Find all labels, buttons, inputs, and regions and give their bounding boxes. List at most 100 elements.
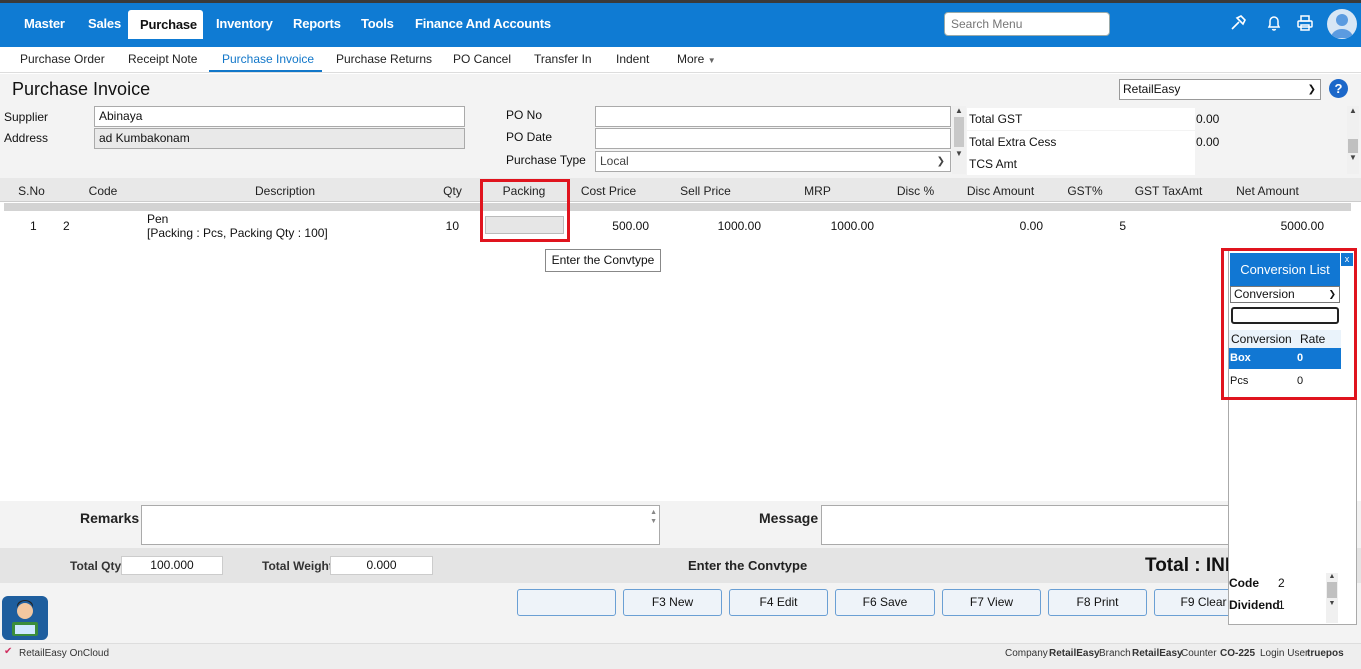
- hammer-icon[interactable]: [1227, 12, 1249, 34]
- f6-save-button[interactable]: F6 Save: [835, 589, 935, 616]
- col-code: Code: [88, 184, 118, 198]
- packing-tooltip: Enter the Convtype: [545, 249, 661, 272]
- nav-tools[interactable]: Tools: [349, 9, 406, 39]
- subnav-receipt-note[interactable]: Receipt Note: [128, 52, 197, 66]
- address-label: Address: [4, 131, 49, 145]
- printer-icon[interactable]: [1294, 12, 1316, 34]
- company-label: Company: [1005, 648, 1048, 659]
- company-select-value: RetailEasy: [1123, 82, 1181, 96]
- total-gst-label: Total GST: [967, 108, 1195, 130]
- subnav-more[interactable]: More ▼: [677, 52, 716, 66]
- col-description: Description: [254, 184, 316, 198]
- total-qty-label: Total Qty: [70, 559, 122, 573]
- col-gst-pct: GST%: [1067, 184, 1103, 198]
- counter-label: Counter: [1181, 648, 1217, 659]
- col-sno: S.No: [18, 184, 45, 198]
- remarks-textarea[interactable]: ▲ ▼: [141, 505, 660, 545]
- purchase-type-label: Purchase Type: [506, 153, 586, 167]
- cell-sell-price: 1000.00: [717, 219, 761, 233]
- cell-description: Pen: [147, 212, 169, 226]
- nav-reports[interactable]: Reports: [281, 9, 353, 39]
- cell-cost-price: 500.00: [612, 219, 649, 233]
- po-no-input[interactable]: [595, 106, 951, 127]
- app-root: Master Sales Purchase Inventory Reports …: [0, 0, 1361, 669]
- col-qty: Qty: [443, 184, 462, 198]
- purchase-type-select[interactable]: Local ❯: [595, 151, 951, 172]
- col-disc-amount: Disc Amount: [966, 184, 1035, 198]
- supplier-input[interactable]: Abinaya: [94, 106, 465, 127]
- footer-dividend-label: Dividend: [1229, 598, 1280, 612]
- col-cost-price: Cost Price: [580, 184, 637, 198]
- chevron-down-icon: ▼: [707, 56, 716, 65]
- po-date-input[interactable]: [595, 128, 951, 149]
- cell-net-amount: 5000.00: [1280, 219, 1324, 233]
- counter-value: CO-225: [1220, 648, 1256, 659]
- total-weight-label: Total Weight: [262, 559, 333, 573]
- total-extra-cess-value: 0.00: [1196, 131, 1346, 153]
- support-agent-icon[interactable]: [2, 596, 48, 640]
- purchase-type-value: Local: [600, 154, 629, 168]
- login-user-label: Login User: [1260, 648, 1309, 659]
- cell-gst-pct: 5: [1119, 219, 1126, 233]
- cell-code: 2: [63, 219, 70, 233]
- subnav-more-label: More: [677, 52, 705, 66]
- subnav-purchase-invoice[interactable]: Purchase Invoice: [222, 52, 314, 66]
- cell-description-detail: [Packing : Pcs, Packing Qty : 100]: [147, 226, 328, 240]
- col-disc-pct: Disc %: [896, 184, 935, 198]
- table-divider: [4, 203, 1351, 211]
- active-tab-underline: [209, 70, 322, 72]
- summary-scrollbar-right[interactable]: ▲ ▼: [1347, 106, 1359, 174]
- po-no-label: PO No: [506, 108, 543, 122]
- subnav-purchase-returns[interactable]: Purchase Returns: [336, 52, 432, 66]
- cell-sno: 1: [30, 219, 37, 233]
- conversion-highlight-box: [1221, 248, 1357, 400]
- total-weight-value: 0.000: [330, 556, 433, 575]
- conversion-footer-scrollbar[interactable]: ▲ ▼: [1326, 573, 1338, 623]
- cell-qty: 10: [445, 219, 459, 233]
- col-mrp: MRP: [804, 184, 831, 198]
- nav-finance-and-accounts[interactable]: Finance And Accounts: [403, 9, 563, 39]
- page-title: Purchase Invoice: [12, 79, 151, 99]
- nav-purchase[interactable]: Purchase: [128, 10, 203, 39]
- branch-label: Branch: [1099, 648, 1131, 659]
- footer-code-value: 2: [1278, 576, 1285, 590]
- scroll-arrows-icon: ▲ ▼: [650, 509, 657, 525]
- f3-new-button[interactable]: F3 New: [623, 589, 722, 616]
- blank-button[interactable]: [517, 589, 616, 616]
- address-input[interactable]: ad Kumbakonam: [94, 128, 465, 149]
- nav-sales[interactable]: Sales: [76, 9, 133, 39]
- bell-icon[interactable]: [1263, 12, 1285, 34]
- supplier-label: Supplier: [4, 110, 49, 124]
- nav-master[interactable]: Master: [12, 9, 77, 39]
- col-sell-price: Sell Price: [680, 184, 731, 198]
- search-menu-input[interactable]: [944, 12, 1110, 36]
- company-value: RetailEasy: [1049, 648, 1100, 659]
- subnav-po-cancel[interactable]: PO Cancel: [453, 52, 511, 66]
- subnav-transfer-in[interactable]: Transfer In: [534, 52, 592, 66]
- grand-total-label: Total : INR: [1145, 555, 1230, 576]
- branch-value: RetailEasy: [1132, 648, 1183, 659]
- total-extra-cess-label: Total Extra Cess: [967, 131, 1195, 153]
- f7-view-button[interactable]: F7 View: [942, 589, 1041, 616]
- f8-print-button[interactable]: F8 Print: [1048, 589, 1147, 616]
- status-message: Enter the Convtype: [688, 558, 808, 573]
- company-select[interactable]: RetailEasy ❯: [1119, 79, 1321, 100]
- app-logo-icon: ✔: [4, 646, 13, 657]
- user-avatar-icon[interactable]: [1327, 9, 1357, 39]
- subnav-indent[interactable]: Indent: [616, 52, 649, 66]
- message-textarea[interactable]: [821, 505, 1231, 545]
- footer-dividend-value: 1: [1278, 598, 1285, 612]
- remarks-label: Remarks: [80, 510, 140, 526]
- footer-code-label: Code: [1229, 576, 1259, 590]
- nav-inventory[interactable]: Inventory: [204, 9, 285, 39]
- f4-edit-button[interactable]: F4 Edit: [729, 589, 828, 616]
- tcs-amt-label: TCS Amt: [967, 153, 1195, 175]
- help-icon[interactable]: ?: [1329, 79, 1348, 98]
- total-qty-value: 100.000: [121, 556, 223, 575]
- cell-disc-amount: 0.00: [1019, 219, 1043, 233]
- message-label: Message: [759, 510, 819, 526]
- po-date-label: PO Date: [506, 130, 553, 144]
- app-name: RetailEasy OnCloud: [19, 648, 110, 659]
- summary-scrollbar-left[interactable]: ▲ ▼: [952, 106, 966, 174]
- subnav-purchase-order[interactable]: Purchase Order: [20, 52, 105, 66]
